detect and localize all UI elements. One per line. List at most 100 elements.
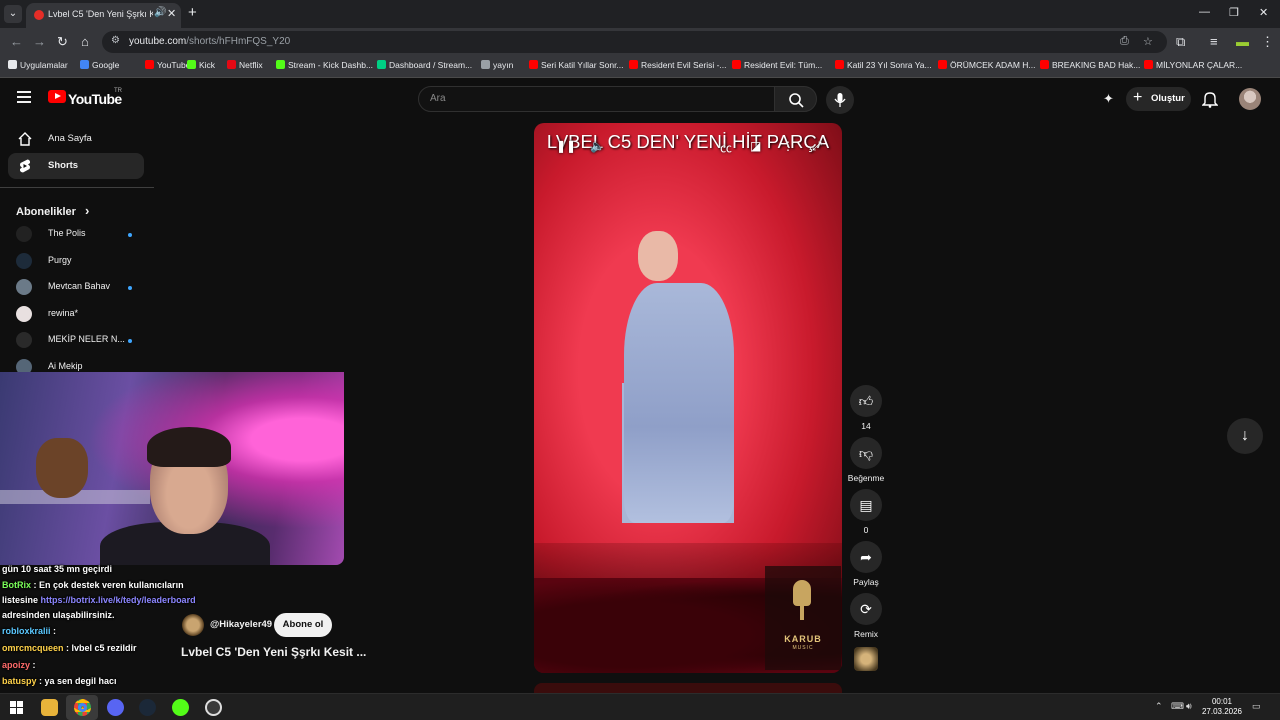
search-placeholder: Ara [430, 93, 446, 104]
file-explorer-icon[interactable] [41, 699, 58, 716]
subscriptions-header[interactable]: Abonelikler › [16, 203, 89, 218]
youtube-logo-icon[interactable] [48, 90, 66, 103]
sparkle-icon[interactable]: ✦ [1103, 91, 1114, 107]
windows-start-icon[interactable] [8, 699, 25, 716]
microphone-icon [834, 93, 846, 107]
channel-name: Ai Mekip [48, 361, 83, 371]
chrome-icon[interactable] [74, 699, 91, 716]
home-icon[interactable]: ⌂ [81, 34, 89, 49]
search-button[interactable] [774, 86, 817, 112]
chat-link[interactable]: https://botrix.live/k/tedy/leaderboard [41, 595, 196, 605]
restore-icon[interactable]: ❐ [1229, 6, 1239, 19]
cast-icon[interactable]: ◪ [750, 139, 761, 153]
bookmark-item[interactable]: Uygulamalar [8, 60, 68, 70]
create-button[interactable]: + Oluştur [1126, 87, 1191, 111]
notification-center-icon[interactable]: ▭ [1252, 701, 1261, 712]
notifications-bell-icon[interactable] [1202, 90, 1218, 108]
search-input[interactable]: Ara [418, 86, 775, 112]
comments-button[interactable]: ▤ [850, 489, 882, 521]
active-tab[interactable]: Lvbel C5 'Den Yeni Şşrkı Kesit ... 🔊 ✕ [26, 3, 181, 28]
home-icon [18, 132, 32, 146]
bookmark-item[interactable]: MİLYONLAR ÇALAR... [1144, 60, 1242, 70]
bookmark-item[interactable]: Stream - Kick Dashb... [276, 60, 373, 70]
new-tab-button[interactable]: + [188, 4, 197, 21]
profile-extension-icon[interactable]: ▬ [1236, 34, 1249, 49]
remix-icon: ⟳ [860, 601, 872, 617]
bookmark-item[interactable]: Netflix [227, 60, 263, 70]
bookmark-item[interactable]: Seri Katil Yıllar Sonr... [529, 60, 624, 70]
sidebar-item-home[interactable]: Ana Sayfa [8, 126, 144, 152]
forward-icon[interactable]: → [33, 34, 46, 49]
bookmark-label: Kick [199, 60, 216, 70]
bookmark-star-icon[interactable]: ☆ [1143, 35, 1153, 48]
network-icon[interactable]: ⌨ [1171, 701, 1184, 712]
sidebar-channel-item[interactable]: Purgy [16, 251, 144, 273]
like-button[interactable]: 👍︎ [850, 385, 882, 417]
tab-audio-icon[interactable]: 🔊 [154, 7, 166, 18]
short-title[interactable]: Lvbel C5 'Den Yeni Şşrkı Kesit ... [181, 645, 366, 659]
share-button[interactable]: ➦ [850, 541, 882, 573]
discord-icon[interactable] [107, 699, 124, 716]
volume-icon[interactable]: 🔈 [590, 139, 605, 153]
voice-search-button[interactable] [826, 86, 854, 114]
channel-handle[interactable]: @Hikayeler49 [210, 619, 272, 630]
bookmark-item[interactable]: BREAKING BAD Hak... [1040, 60, 1140, 70]
address-bar[interactable]: ⚙ youtube.com/shorts/hFHmFQS_Y20 ⎙ ☆ [102, 31, 1167, 53]
browser-menu-icon[interactable]: ⋮ [1261, 34, 1274, 50]
bookmark-item[interactable]: Kick [187, 60, 215, 70]
bookmark-item[interactable]: YouTube [145, 60, 190, 70]
pause-icon[interactable]: ❚❚ [556, 139, 576, 153]
microphone-stand [800, 606, 804, 620]
speaker-icon[interactable]: 🔊︎ [1186, 701, 1192, 712]
tray-overflow-icon[interactable]: ⌃ [1155, 701, 1163, 712]
account-avatar[interactable] [1239, 88, 1261, 110]
bookmark-label: MİLYONLAR ÇALAR... [1156, 60, 1243, 70]
install-app-icon[interactable]: ⎙ [1120, 35, 1129, 48]
sidebar-channel-item[interactable]: rewina* [16, 304, 144, 326]
fullscreen-icon[interactable]: ⤢ [812, 139, 822, 154]
window-close-icon[interactable]: ✕ [1259, 6, 1268, 19]
remix-button[interactable]: ⟳ [850, 593, 882, 625]
bookmark-item[interactable]: ÖRÜMCEK ADAM H... [938, 60, 1035, 70]
tab-search-button[interactable]: ⌄ [4, 5, 22, 23]
sound-thumbnail[interactable] [854, 647, 878, 671]
bookmark-item[interactable]: Katil 23 Yıl Sonra Ya... [835, 60, 932, 70]
dislike-button[interactable]: 👎︎ [850, 437, 882, 469]
bookmark-favicon-icon [187, 60, 196, 69]
bookmark-favicon-icon [1040, 60, 1049, 69]
minimize-icon[interactable]: — [1199, 6, 1210, 18]
captions-icon[interactable]: ㏄ [720, 139, 732, 156]
bookmark-item[interactable]: Google [80, 60, 119, 70]
chevron-right-icon: › [84, 203, 90, 218]
sidebar-channel-item[interactable]: Mevtcan Bahav [16, 277, 144, 299]
reload-icon[interactable]: ↻ [57, 34, 68, 50]
site-info-icon[interactable]: ⚙ [111, 35, 120, 46]
bookmark-item[interactable]: Dashboard / Stream... [377, 60, 472, 70]
steam-icon[interactable] [139, 699, 156, 716]
next-short-button[interactable]: ↓ [1227, 418, 1263, 454]
next-short-preview[interactable] [534, 683, 842, 693]
system-clock[interactable]: 00:01 27.03.2026 [1200, 697, 1244, 717]
bookmark-item[interactable]: Resident Evil: Tüm... [732, 60, 822, 70]
bookmark-item[interactable]: Resident Evil Serisi -... [629, 60, 727, 70]
chat-text: : [50, 626, 57, 636]
sidebar-item-shorts[interactable]: Shorts [8, 153, 144, 179]
shorts-video-player[interactable]: LVBEL C5 DEN' YENİ HİT PARÇA ❚❚ 🔈 ㏄ ◪ ⋮ … [534, 123, 842, 673]
bookmark-label: Netflix [239, 60, 263, 70]
obs-icon[interactable] [205, 699, 222, 716]
menu-icon[interactable] [17, 91, 31, 103]
sidebar-channel-item[interactable]: The Polis [16, 224, 144, 246]
watermark-name: KARUB [784, 634, 822, 644]
back-icon[interactable]: ← [10, 34, 23, 49]
channel-avatar[interactable] [182, 614, 204, 636]
tab-close-icon[interactable]: ✕ [167, 7, 176, 20]
url-text[interactable]: youtube.com/shorts/hFHmFQS_Y20 [129, 36, 290, 47]
subscribe-button[interactable]: Abone ol [274, 613, 332, 637]
bookmark-item[interactable]: yayın [481, 60, 513, 70]
more-options-icon[interactable]: ⋮ [782, 139, 794, 153]
sidebar-channel-item[interactable]: MEKİP NELER N... [16, 330, 144, 352]
media-controls-icon[interactable]: ≡ [1210, 34, 1218, 49]
extensions-icon[interactable]: ⧉ [1176, 34, 1185, 50]
kick-icon[interactable] [172, 699, 189, 716]
comment-icon: ▤ [859, 497, 873, 513]
